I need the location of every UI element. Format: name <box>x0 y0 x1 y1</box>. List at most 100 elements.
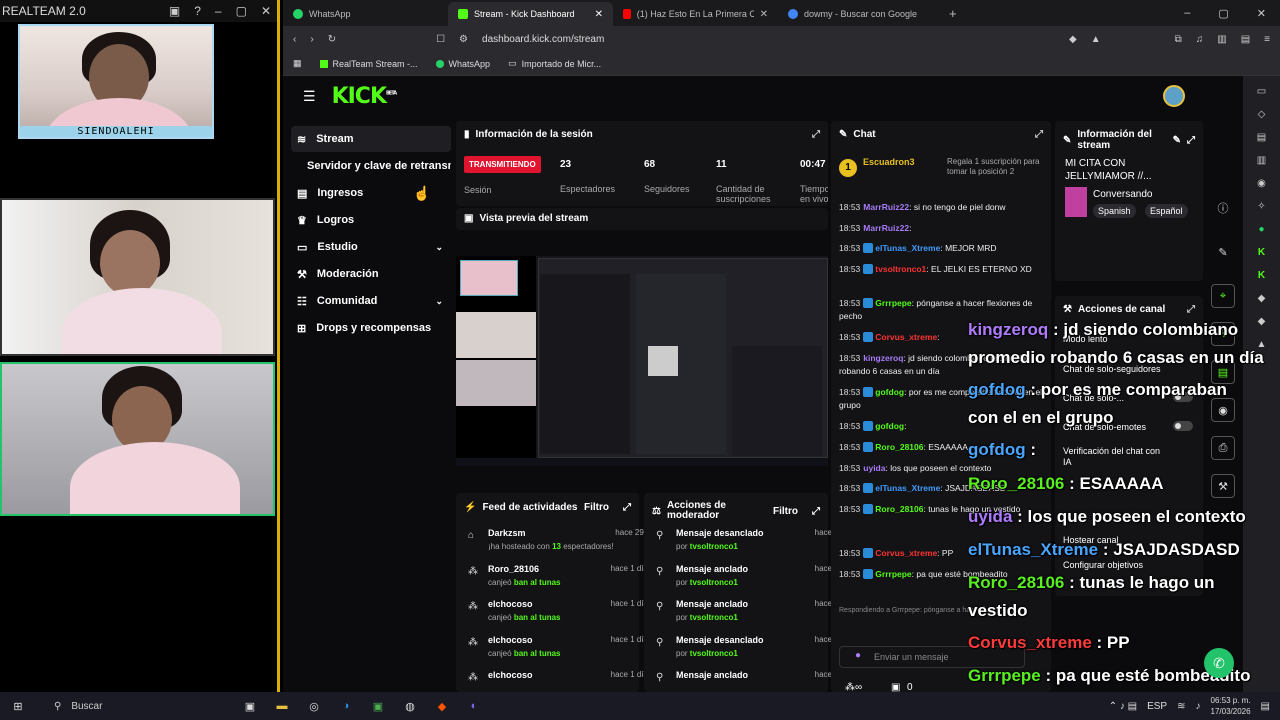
chat-message[interactable]: 18:53 MarrRuiz22: <box>839 222 1043 235</box>
sidebar-item-stream[interactable]: ≋ Stream <box>291 126 451 152</box>
bookmark-imported[interactable]: ▭ Importado de Micr... <box>508 58 601 69</box>
chat-username[interactable]: kingzeroq <box>863 353 903 363</box>
extensions-icon[interactable]: ⧉ <box>1175 34 1182 45</box>
clock[interactable]: 06:53 p. m. 17/03/2026 <box>1211 695 1251 717</box>
sidebar-item-logros[interactable]: ♛ Logros <box>291 207 451 233</box>
chat-username[interactable]: uyida <box>863 463 885 473</box>
pencil-icon[interactable]: ✎ <box>1211 240 1235 264</box>
bookmark-realteam[interactable]: RealTeam Stream -... <box>319 59 418 69</box>
edge-icon[interactable]: ◑ <box>336 696 356 716</box>
file-explorer-icon[interactable]: ▬ <box>272 696 292 716</box>
kick-icon[interactable]: K <box>1258 247 1265 258</box>
bookmark-whatsapp[interactable]: WhatsApp <box>435 59 490 69</box>
sidebar-item-drops[interactable]: ⊞ Drops y recompensas <box>291 315 451 341</box>
whatsapp-icon[interactable]: ● <box>1258 224 1264 235</box>
site-info-icon[interactable]: ⚙ <box>459 34 468 45</box>
focus-icon[interactable]: ⌖ <box>1211 284 1235 308</box>
maximize-icon[interactable]: ▢ <box>236 4 247 18</box>
chevron-down-icon[interactable]: ⌄ <box>435 242 451 253</box>
tag-espanol[interactable]: Español <box>1145 204 1188 218</box>
brave-icon[interactable]: ◆ <box>432 696 452 716</box>
edit-icon[interactable]: ✎ <box>1173 135 1181 146</box>
tab-whatsapp[interactable]: WhatsApp <box>283 2 448 26</box>
chat-username[interactable]: elTunas_Xtreme <box>875 483 940 493</box>
microphone-icon[interactable]: ● <box>855 650 861 661</box>
windows-start-icon[interactable]: ⊞ <box>8 696 28 716</box>
tag-spanish[interactable]: Spanish <box>1093 204 1136 218</box>
sidebar-item-server-key[interactable]: Servidor y clave de retransmisión <box>291 153 451 179</box>
sidebar-item-estudio[interactable]: ▭ Estudio ⌄ <box>291 234 451 260</box>
sidebar-icon[interactable]: ▥ <box>1217 34 1226 45</box>
app-icon[interactable]: ▣ <box>368 696 388 716</box>
mod-filter-button[interactable]: Filtro <box>773 506 798 517</box>
sidebar-item-comunidad[interactable]: ☷ Comunidad ⌄ <box>291 288 451 314</box>
forward-icon[interactable]: › <box>310 34 313 45</box>
sidebar-item-ingresos[interactable]: ▤ Ingresos ☝ <box>291 180 451 206</box>
new-tab-icon[interactable]: + <box>943 6 957 21</box>
info-circle-icon[interactable]: ⓘ <box>1211 196 1235 220</box>
chat-username[interactable]: MarrRuiz22 <box>863 223 909 233</box>
rewards-icon[interactable]: ◇ <box>1258 109 1266 120</box>
tray-icons[interactable]: ⌃ ♪ ▤ <box>1109 701 1137 712</box>
music-icon[interactable]: ♫ <box>1196 34 1204 45</box>
expand-icon[interactable]: ⤢ <box>1035 129 1043 140</box>
chat-username[interactable]: gofdog <box>875 387 904 397</box>
chat-username[interactable]: elTunas_Xtreme <box>875 243 940 253</box>
reader-icon[interactable]: ▤ <box>1257 132 1266 143</box>
diamond-icon[interactable]: ◆ <box>1258 293 1266 304</box>
chat-username[interactable]: tvsoltronco1 <box>875 264 926 274</box>
chat-username[interactable]: Grrrpepe <box>875 569 911 579</box>
notification-icon[interactable]: ▤ <box>1261 701 1270 712</box>
expand-icon[interactable]: ⤢ <box>812 129 820 140</box>
chevron-down-icon[interactable]: ⌄ <box>435 296 451 307</box>
sidebar-item-moderacion[interactable]: ⚒ Moderación <box>291 261 451 287</box>
bookmark-icon[interactable]: ☐ <box>436 34 445 45</box>
help-icon[interactable]: ? <box>194 4 201 18</box>
media-icon[interactable]: ▭ <box>1257 86 1266 97</box>
obs-icon[interactable]: ◎ <box>304 696 324 716</box>
rewards-icon[interactable]: ▲ <box>1091 34 1101 45</box>
feed-filter-button[interactable]: Filtro <box>584 502 609 513</box>
book-icon[interactable]: ▥ <box>1257 155 1266 166</box>
stream-preview[interactable] <box>456 256 828 466</box>
close-icon[interactable]: ✕ <box>261 4 271 18</box>
reload-icon[interactable]: ↻ <box>328 34 336 45</box>
chat-username[interactable]: Corvus_xtreme <box>875 332 937 342</box>
task-view-icon[interactable]: ▣ <box>240 696 260 716</box>
apps-icon[interactable]: ▦ <box>293 58 302 69</box>
tab-google[interactable]: dowmy - Buscar con Google <box>778 2 943 26</box>
menu-icon[interactable]: ≡ <box>1264 34 1270 45</box>
expand-icon[interactable]: ⤢ <box>1187 135 1195 146</box>
star-icon[interactable]: ✧ <box>1257 201 1265 212</box>
chat-message[interactable]: 18:53 tvsoltronco1: EL JELKI ES ETERNO XD <box>839 263 1043 276</box>
close-tab-icon[interactable]: ✕ <box>595 9 603 20</box>
expand-icon[interactable]: ⤢ <box>804 506 820 517</box>
steam-icon[interactable]: ◍ <box>400 696 420 716</box>
chat-username[interactable]: Grrrpepe <box>875 298 911 308</box>
kick-logo[interactable]: KICKBETA <box>332 84 398 109</box>
close-tab-icon[interactable]: ✕ <box>760 9 768 20</box>
chat-username[interactable]: Roro_28106 <box>875 504 923 514</box>
minimize-icon[interactable]: – <box>215 4 222 18</box>
taskbar-search[interactable]: ⚲ Buscar <box>44 695 234 717</box>
expand-icon[interactable]: ⤢ <box>615 502 631 513</box>
brave-shield-icon[interactable]: ◆ <box>1069 34 1077 45</box>
discord-icon[interactable]: ◐ <box>464 696 484 716</box>
back-icon[interactable]: ‹ <box>293 34 296 45</box>
url-field[interactable]: dashboard.kick.com/stream <box>482 34 604 45</box>
store-icon[interactable]: ▣ <box>891 682 900 692</box>
chat-username[interactable]: Roro_28106 <box>875 442 923 452</box>
chat-username[interactable]: MarrRuiz22 <box>863 202 909 212</box>
tab-kick-dashboard[interactable]: Stream - Kick Dashboard ✕ <box>448 2 613 26</box>
close-icon[interactable]: ✕ <box>1257 7 1266 20</box>
kick-icon[interactable]: K <box>1258 270 1265 281</box>
pin-icon[interactable]: ▣ <box>169 4 180 18</box>
chat-username[interactable]: Corvus_xtreme <box>875 548 937 558</box>
tab-youtube[interactable]: (1) Haz Esto En La Primera Cita Para ✕ <box>613 2 778 26</box>
points-icon[interactable]: ⁂∞ <box>845 682 862 692</box>
chat-username[interactable]: gofdog <box>875 421 904 431</box>
wifi-icon[interactable]: ≋ <box>1177 701 1185 712</box>
wallet-icon[interactable]: ▤ <box>1241 34 1250 45</box>
hamburger-menu-icon[interactable]: ☰ <box>303 88 316 105</box>
globe-icon[interactable]: ◉ <box>1257 178 1266 189</box>
